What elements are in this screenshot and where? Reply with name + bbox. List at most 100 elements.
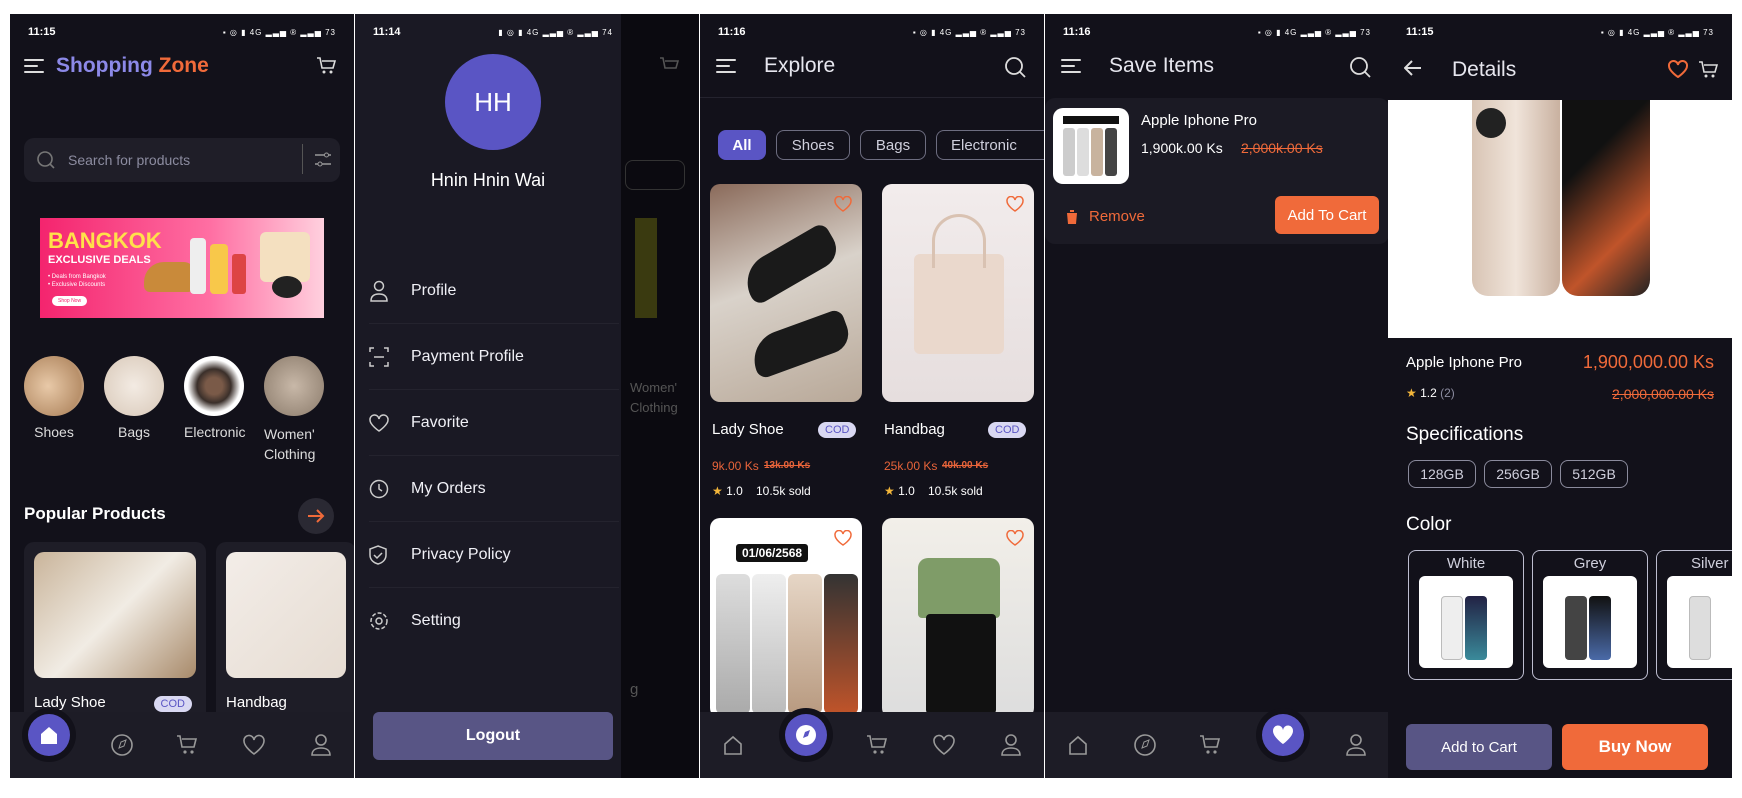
logout-label: Logout — [465, 727, 521, 744]
heart-icon — [369, 413, 399, 432]
product-image-lady-shoe[interactable] — [710, 184, 862, 402]
product-old-price: 40k.00 Ks — [942, 460, 989, 471]
add-to-cart-button[interactable]: Add to Cart — [1406, 724, 1552, 770]
chip-bags[interactable]: Bags — [860, 130, 926, 160]
category-image — [264, 356, 324, 416]
menu-item-setting[interactable]: Setting — [369, 588, 619, 654]
buy-now-label: Buy Now — [1598, 737, 1672, 756]
saved-item-image[interactable] — [1053, 108, 1129, 184]
menu-item-my-orders[interactable]: My Orders — [369, 456, 619, 522]
cod-badge: COD — [818, 422, 857, 438]
status-icons: ▮ ◎ ▮ 4G ▂▃▅ ® ▂▃▅ 74 — [498, 27, 613, 37]
product-rating: ★ 1.0 — [884, 484, 915, 498]
menu-item-profile[interactable]: Profile — [369, 258, 619, 324]
menu-item-favorite[interactable]: Favorite — [369, 390, 619, 456]
shield-icon — [369, 544, 399, 565]
nav-profile[interactable] — [1341, 730, 1371, 760]
nav-explore[interactable] — [107, 730, 137, 760]
compass-icon — [795, 725, 816, 745]
nav-home[interactable] — [28, 714, 71, 756]
star-icon: ★ — [1406, 386, 1417, 400]
back-arrow-icon[interactable] — [1403, 60, 1422, 81]
product-image-handbag[interactable] — [882, 184, 1034, 402]
category-electronic[interactable]: Electronic — [184, 356, 245, 440]
nav-cart[interactable] — [863, 730, 893, 760]
filter-icon[interactable] — [314, 151, 332, 169]
status-time: 11:16 — [718, 26, 746, 38]
menu-label: Profile — [411, 281, 457, 299]
category-shoes[interactable]: Shoes — [24, 356, 84, 440]
cart-icon[interactable] — [316, 56, 336, 76]
color-option-white[interactable]: White — [1408, 550, 1524, 680]
product-card[interactable]: Handbag — [216, 542, 354, 732]
nav-profile[interactable] — [306, 730, 336, 760]
spec-label: 128GB — [1420, 466, 1464, 482]
menu-icon[interactable] — [24, 58, 44, 74]
product-name: Handbag — [226, 694, 287, 711]
buy-now-button[interactable]: Buy Now — [1562, 724, 1708, 770]
category-bags[interactable]: Bags — [104, 356, 164, 440]
chip-all[interactable]: All — [718, 130, 766, 160]
bottom-nav — [700, 712, 1044, 778]
spec-option-128gb[interactable]: 128GB — [1408, 460, 1476, 488]
phone-shape — [716, 574, 750, 714]
screen-saved-items: 11:16 ▪ ◎ ▮ 4G ▂▃▅ ® ▂▃▅ 73 Save Items A… — [1045, 14, 1389, 778]
product-image-iphone[interactable]: 01/06/2568 — [710, 518, 862, 718]
camera-lens — [1476, 108, 1506, 138]
search-icon[interactable] — [1349, 56, 1371, 83]
search-icon[interactable] — [1004, 56, 1026, 83]
add-to-cart-button[interactable]: Add To Cart — [1275, 196, 1379, 234]
spec-label: 512GB — [1572, 466, 1616, 482]
search-icon — [37, 151, 55, 169]
product-image-clothing[interactable] — [882, 518, 1034, 718]
category-image — [24, 356, 84, 416]
product-old-price: 13k.00 Ks — [764, 460, 811, 471]
nav-home[interactable] — [1063, 730, 1093, 760]
page-title: Explore — [764, 54, 836, 77]
nav-favorite[interactable] — [1262, 714, 1305, 756]
cart-icon[interactable] — [1698, 60, 1718, 80]
product-card[interactable]: Lady Shoe COD — [24, 542, 206, 732]
menu-label: Privacy Policy — [411, 545, 511, 563]
see-all-button[interactable] — [298, 498, 334, 534]
nav-home[interactable] — [718, 730, 748, 760]
product-image[interactable] — [1388, 100, 1732, 338]
category-image — [184, 356, 244, 416]
nav-favorite[interactable] — [929, 730, 959, 760]
nav-cart[interactable] — [1196, 730, 1226, 760]
chip-electronic[interactable]: Electronic — [936, 130, 1044, 160]
heart-icon[interactable] — [834, 196, 852, 212]
compass-icon — [110, 734, 133, 756]
promo-banner[interactable]: BANGKOK EXCLUSIVE DEALS • Deals from Ban… — [40, 218, 324, 318]
logout-button[interactable]: Logout — [373, 712, 613, 760]
heart-icon[interactable] — [1668, 60, 1688, 78]
spec-option-512gb[interactable]: 512GB — [1560, 460, 1628, 488]
menu-icon[interactable] — [1061, 58, 1081, 79]
category-women-clothing[interactable]: Women' Clothing — [264, 356, 324, 464]
chip-label: Bags — [875, 136, 911, 154]
product-name: Handbag — [884, 421, 945, 438]
spec-option-256gb[interactable]: 256GB — [1484, 460, 1552, 488]
avatar[interactable]: HH — [445, 54, 541, 150]
color-option-grey[interactable]: Grey — [1532, 550, 1648, 680]
search-input[interactable]: Search for products — [68, 152, 190, 168]
remove-button[interactable]: Remove — [1065, 208, 1145, 225]
chip-shoes[interactable]: Shoes — [776, 130, 850, 160]
nav-cart[interactable] — [173, 730, 203, 760]
nav-explore[interactable] — [1130, 730, 1160, 760]
nav-profile[interactable] — [996, 730, 1026, 760]
product-price: 9k.00 Ks — [712, 459, 759, 473]
arrow-right-icon — [308, 509, 325, 523]
menu-item-payment-profile[interactable]: Payment Profile — [369, 324, 619, 390]
heart-icon[interactable] — [834, 530, 852, 546]
nav-favorite[interactable] — [239, 730, 269, 760]
menu-item-privacy-policy[interactable]: Privacy Policy — [369, 522, 619, 588]
heart-icon[interactable] — [1006, 530, 1024, 546]
color-option-silver[interactable]: Silver — [1656, 550, 1732, 680]
heart-icon[interactable] — [1006, 196, 1024, 212]
product-name: Apple Iphone Pro — [1406, 354, 1522, 371]
nav-explore[interactable] — [784, 714, 827, 756]
menu-icon[interactable] — [716, 58, 736, 79]
search-bar[interactable]: Search for products — [24, 138, 340, 182]
banner-cta[interactable]: Shop Now — [52, 296, 88, 306]
